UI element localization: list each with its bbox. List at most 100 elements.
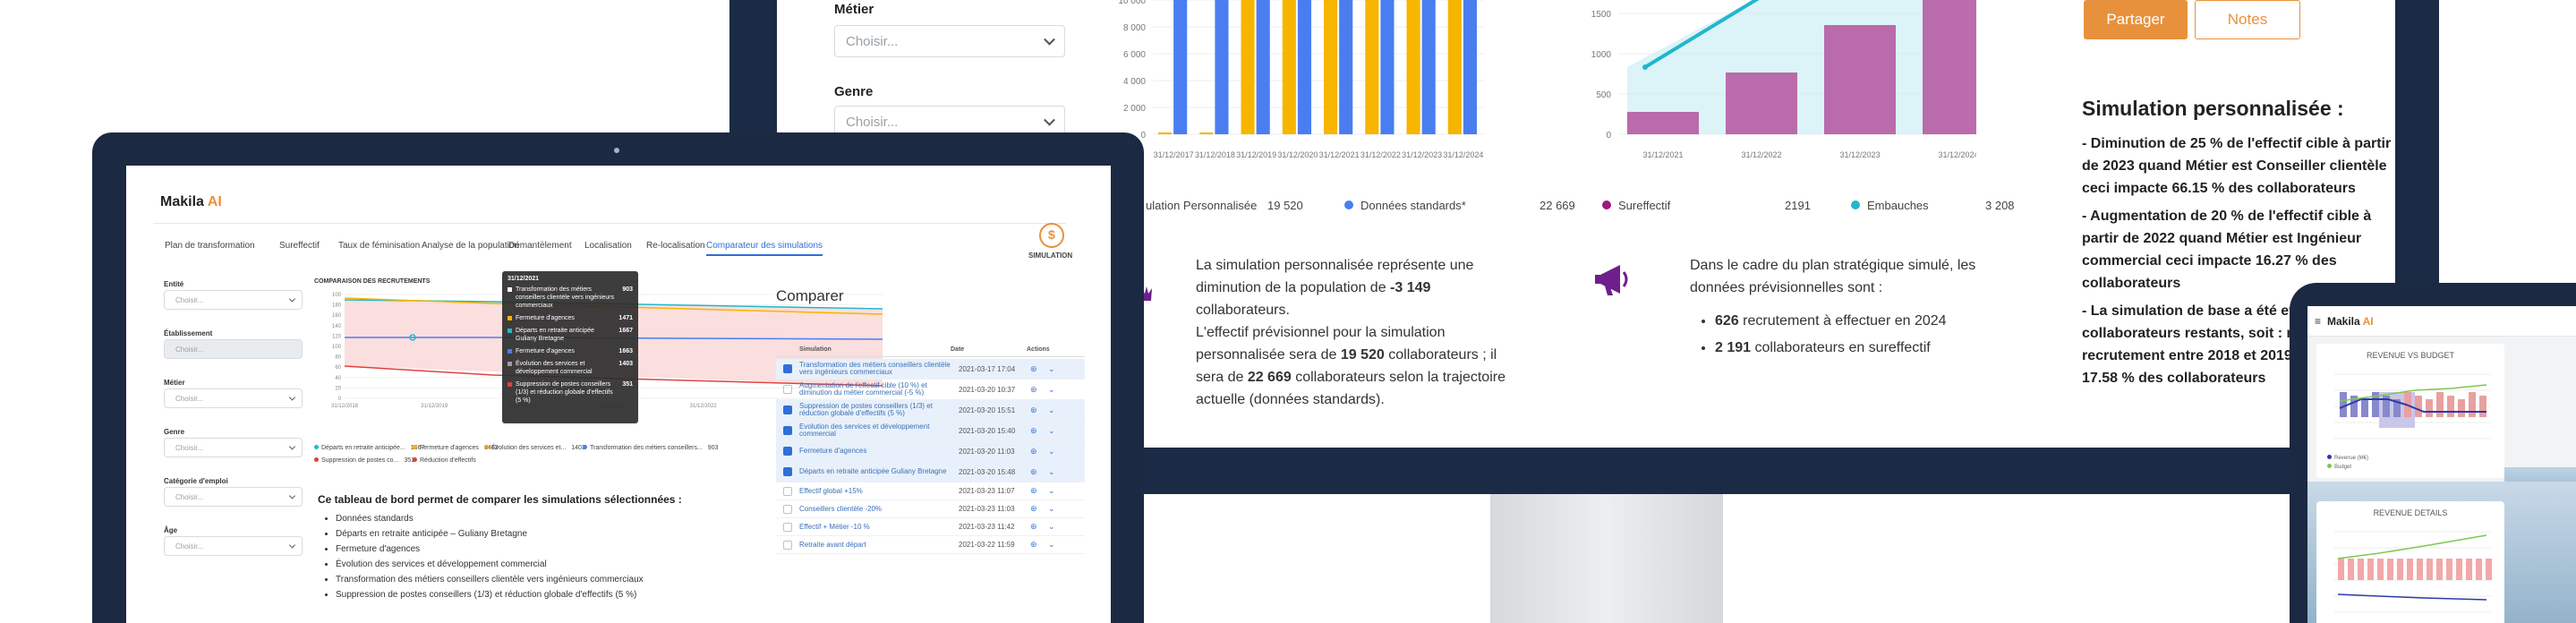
row-checkbox[interactable] (783, 364, 792, 373)
row-checkbox[interactable] (783, 486, 792, 496)
tooltip-swatch (508, 316, 512, 320)
revenue-bar (2469, 392, 2476, 417)
summary-line: collaborateurs en sureffectif (1751, 340, 1931, 355)
tooltip-label: Départs en retraite anticipée Guliany Br… (516, 328, 594, 342)
legend-label: Revenue (M€) (2334, 456, 2369, 461)
table-row[interactable]: Suppression de postes conseillers (1/3) … (776, 400, 1085, 421)
nav-tab[interactable]: Analyse de la population (422, 241, 519, 251)
chevron-down-icon[interactable]: ⌄ (1048, 540, 1066, 550)
table-row[interactable]: Effectif global +15% 2021-03-23 11:07 ⊛ ⌄ (776, 482, 1085, 500)
legend-item[interactable]: Transformation des métiers conseillers..… (583, 445, 718, 451)
revenue-details-chart (2334, 531, 2492, 613)
legend-item[interactable]: Suppression de postes co... 351 (314, 457, 414, 464)
share-button[interactable]: Partager (2084, 0, 2188, 39)
filter-select[interactable]: Choisir... (164, 388, 303, 408)
chevron-down-icon[interactable]: ⌄ (1048, 467, 1066, 477)
legend-item[interactable]: Réduction d'effectifs (413, 457, 482, 464)
y-tick-label: 500 (1596, 90, 1611, 100)
simulation-name[interactable]: Augmentation de l'effectif cible (10 %) … (799, 382, 951, 397)
pin-icon[interactable]: ⊛ (1030, 540, 1048, 550)
pin-icon[interactable]: ⊛ (1030, 405, 1048, 415)
simulation-date: 2021-03-20 10:37 (959, 385, 1016, 394)
simulation-name[interactable]: Transformation des métiers conseillers c… (799, 362, 951, 376)
tooltip-label: Suppression de postes conseillers (1/3) … (516, 381, 613, 404)
simulation-title: Simulation personnalisée : (2082, 97, 2344, 120)
table-row[interactable]: Retraite avant départ 2021-03-22 11:59 ⊛ ⌄ (776, 536, 1085, 554)
simulation-name[interactable]: Retraite avant départ (799, 542, 951, 549)
chevron-down-icon[interactable]: ⌄ (1048, 385, 1066, 395)
filter-select[interactable]: Choisir... (164, 536, 303, 556)
row-checkbox[interactable] (783, 426, 792, 435)
x-tick-label: 31/12/2019 (1236, 150, 1276, 159)
chevron-down-icon (1044, 33, 1055, 46)
simulation-icon[interactable]: $ (1039, 223, 1064, 248)
chevron-down-icon[interactable]: ⌄ (1048, 447, 1066, 457)
filter-select[interactable]: Choisir... (164, 487, 303, 507)
table-row[interactable]: Conseillers clientèle -20% 2021-03-23 11:… (776, 500, 1085, 518)
table-row[interactable]: Transformation des métiers conseillers c… (776, 359, 1085, 380)
legend-dot (583, 445, 587, 449)
chevron-down-icon[interactable]: ⌄ (1048, 504, 1066, 514)
pin-icon[interactable]: ⊛ (1030, 364, 1048, 374)
simulation-name[interactable]: Fermeture d'agences (799, 448, 951, 455)
simulation-name[interactable]: Conseillers clientèle -20% (799, 506, 951, 513)
legend-item[interactable]: Évolution des services et... 1403 (484, 445, 585, 451)
row-checkbox[interactable] (783, 385, 792, 394)
x-tick-label: 31/12/2023 (1839, 150, 1880, 159)
metier-select[interactable]: Choisir... (834, 25, 1065, 57)
filter-select[interactable]: Choisir... (164, 339, 303, 359)
nav-tab[interactable]: Taux de féminisation (338, 241, 420, 251)
tooltip-label: Transformation des métiers conseillers c… (516, 286, 615, 309)
chevron-down-icon[interactable]: ⌄ (1048, 426, 1066, 436)
row-checkbox[interactable] (783, 467, 792, 476)
row-checkbox[interactable] (783, 504, 792, 514)
pin-icon[interactable]: ⊛ (1030, 426, 1048, 436)
nav-tab[interactable]: Comparateur des simulations (706, 241, 823, 256)
nav-tab[interactable]: Plan de transformation (165, 241, 255, 251)
chevron-down-icon[interactable]: ⌄ (1048, 364, 1066, 374)
pin-icon[interactable]: ⊛ (1030, 467, 1048, 477)
row-checkbox[interactable] (783, 405, 792, 414)
nav-tab[interactable]: Localisation (584, 241, 632, 251)
chevron-down-icon[interactable]: ⌄ (1048, 522, 1066, 532)
simulation-name[interactable]: Départs en retraite anticipée Guliany Br… (799, 468, 951, 475)
pin-icon[interactable]: ⊛ (1030, 486, 1048, 496)
chevron-down-icon[interactable]: ⌄ (1048, 486, 1066, 496)
simulation-name[interactable]: Suppression de postes conseillers (1/3) … (799, 403, 951, 417)
table-row[interactable]: Départs en retraite anticipée Guliany Br… (776, 462, 1085, 482)
row-checkbox[interactable] (783, 447, 792, 456)
y-tick-label: 2 000 (1123, 104, 1146, 114)
summary-bullet: 2 191 collaborateurs en sureffectif (1715, 335, 2066, 362)
summary-value: 626 (1715, 313, 1739, 329)
menu-icon[interactable]: ≡ (2315, 315, 2321, 328)
pin-icon[interactable]: ⊛ (1030, 447, 1048, 457)
pin-icon[interactable]: ⊛ (1030, 504, 1048, 514)
x-tick-label: 31/12/2021 (1319, 150, 1360, 159)
legend-standards-label: Données standards* (1361, 199, 1466, 212)
legend-dot (413, 457, 417, 462)
table-row[interactable]: Évolution des services et développement … (776, 421, 1085, 441)
detail-bar (2417, 559, 2423, 580)
notes-button[interactable]: Notes (2195, 0, 2300, 39)
table-row[interactable]: Effectif + Métier -10 % 2021-03-23 11:42 ⊛… (776, 518, 1085, 536)
row-checkbox[interactable] (783, 522, 792, 532)
table-row[interactable]: Fermeture d'agences 2021-03-20 11:03 ⊛ ⌄ (776, 441, 1085, 462)
legend-sureffectif-label: Sureffectif (1618, 199, 1671, 212)
simulation-name[interactable]: Effectif global +15% (799, 488, 951, 495)
pin-icon[interactable]: ⊛ (1030, 385, 1048, 395)
detail-bar (2377, 559, 2384, 580)
filter-select[interactable]: Choisir... (164, 438, 303, 457)
row-checkbox[interactable] (783, 540, 792, 550)
pin-icon[interactable]: ⊛ (1030, 522, 1048, 532)
legend-item[interactable]: Départs en retraite anticipée... 1667 (314, 445, 424, 451)
filter-select[interactable]: Choisir... (164, 290, 303, 310)
summary-line: collaborateurs ; il (1384, 347, 1497, 363)
simulation-name[interactable]: Effectif + Métier -10 % (799, 524, 951, 531)
legend-label: Transformation des métiers conseillers..… (590, 445, 703, 451)
nav-tab[interactable]: Re-localisation (646, 241, 705, 251)
table-row[interactable]: Augmentation de l'effectif cible (10 %) … (776, 380, 1085, 400)
nav-tab[interactable]: Démantèlement (508, 241, 572, 251)
nav-tab[interactable]: Sureffectif (279, 241, 320, 251)
chevron-down-icon[interactable]: ⌄ (1048, 405, 1066, 415)
simulation-name[interactable]: Évolution des services et développement … (799, 423, 951, 438)
